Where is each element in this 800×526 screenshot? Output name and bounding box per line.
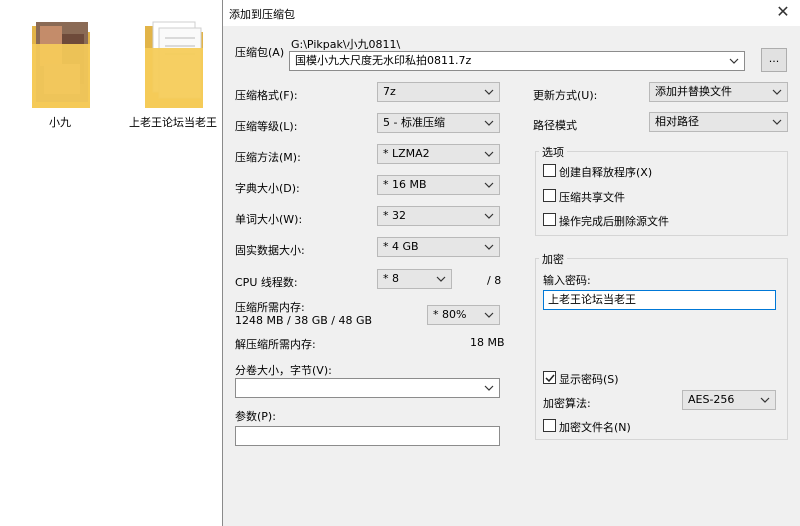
show-password-label: 显示密码(S)	[559, 373, 619, 386]
chevron-down-icon	[483, 145, 495, 163]
format-value: 7z	[383, 85, 396, 98]
level-label: 压缩等级(L):	[235, 120, 298, 133]
chevron-down-icon	[728, 52, 740, 70]
chevron-down-icon	[771, 83, 783, 101]
params-input[interactable]	[235, 426, 500, 446]
chevron-down-icon	[483, 114, 495, 132]
encryption-method-select[interactable]: AES-256	[682, 390, 776, 410]
archive-filename-value: 国模小九大尺度无水印私拍0811.7z	[295, 54, 472, 67]
update-select[interactable]: 添加并替换文件	[649, 82, 788, 102]
sfx-label: 创建自释放程序(X)	[559, 166, 653, 179]
mem-comp-value: * 80%	[433, 308, 467, 321]
shared-label: 压缩共享文件	[559, 191, 625, 204]
encryption-method-value: AES-256	[688, 393, 735, 406]
checkbox-checked-icon	[543, 371, 556, 384]
checkbox-unchecked-icon	[543, 189, 556, 202]
encryption-group-title: 加密	[539, 251, 567, 267]
mem-decomp-value: 18 MB	[470, 336, 505, 349]
mem-comp-label: 压缩所需内存:	[235, 301, 305, 314]
mem-comp-detail: 1248 MB / 38 GB / 48 GB	[235, 314, 373, 327]
solid-select[interactable]: * 4 GB	[377, 237, 500, 257]
archive-path: G:\Pikpak\小九0811\	[291, 38, 401, 51]
chevron-down-icon	[435, 270, 447, 288]
folder-with-photo-icon	[32, 22, 90, 108]
chevron-down-icon	[483, 176, 495, 194]
checkbox-unchecked-icon	[543, 213, 556, 226]
level-value: 5 - 标准压缩	[383, 116, 445, 129]
cpu-label: CPU 线程数:	[235, 276, 298, 289]
desktop-icon-label: 小九	[49, 116, 71, 129]
dict-value: * 16 MB	[383, 178, 427, 191]
chevron-down-icon	[483, 306, 495, 324]
dict-label: 字典大小(D):	[235, 182, 300, 195]
encrypt-names-label: 加密文件名(N)	[559, 421, 631, 434]
chevron-down-icon	[483, 207, 495, 225]
dialog-title: 添加到压缩包	[229, 8, 295, 21]
method-select[interactable]: * LZMA2	[377, 144, 500, 164]
checkbox-unchecked-icon	[543, 419, 556, 432]
delete-label: 操作完成后删除源文件	[559, 215, 669, 228]
encryption-method-label: 加密算法:	[543, 397, 591, 410]
archive-filename-combo[interactable]: 国模小九大尺度无水印私拍0811.7z	[289, 51, 745, 71]
solid-label: 固实数据大小:	[235, 244, 305, 257]
format-label: 压缩格式(F):	[235, 89, 298, 102]
split-label: 分卷大小，字节(V):	[235, 364, 332, 377]
word-value: * 32	[383, 209, 406, 222]
path-mode-select[interactable]: 相对路径	[649, 112, 788, 132]
chevron-down-icon	[771, 113, 783, 131]
password-input[interactable]: 上老王论坛当老王	[543, 290, 776, 310]
folder-with-documents-icon	[145, 21, 203, 108]
archive-label: 压缩包(A)	[235, 46, 285, 59]
method-label: 压缩方法(M):	[235, 151, 301, 164]
cpu-select[interactable]: * 8	[377, 269, 452, 289]
level-select[interactable]: 5 - 标准压缩	[377, 113, 500, 133]
split-select[interactable]	[235, 378, 500, 398]
params-label: 参数(P):	[235, 410, 276, 423]
mem-comp-select[interactable]: * 80%	[427, 305, 500, 325]
browse-button[interactable]: ...	[761, 48, 787, 72]
method-value: * LZMA2	[383, 147, 430, 160]
word-select[interactable]: * 32	[377, 206, 500, 226]
chevron-down-icon	[483, 379, 495, 397]
mem-decomp-label: 解压缩所需内存:	[235, 338, 316, 351]
title-bar: 添加到压缩包 ✕	[223, 0, 800, 26]
chevron-down-icon	[759, 391, 771, 409]
add-to-archive-dialog: 添加到压缩包 ✕ 压缩包(A) G:\Pikpak\小九0811\ 国模小九大尺…	[222, 0, 800, 526]
password-label: 输入密码:	[543, 274, 591, 287]
chevron-down-icon	[483, 83, 495, 101]
path-mode-value: 相对路径	[655, 115, 699, 128]
cpu-value: * 8	[383, 272, 399, 285]
checkbox-unchecked-icon	[543, 164, 556, 177]
word-label: 单词大小(W):	[235, 213, 303, 226]
close-icon[interactable]: ✕	[772, 2, 794, 22]
cpu-max: / 8	[487, 274, 502, 287]
format-select[interactable]: 7z	[377, 82, 500, 102]
options-group-title: 选项	[539, 144, 567, 160]
update-value: 添加并替换文件	[655, 85, 732, 98]
path-mode-label: 路径模式	[533, 119, 577, 132]
solid-value: * 4 GB	[383, 240, 419, 253]
update-label: 更新方式(U):	[533, 89, 598, 102]
dict-select[interactable]: * 16 MB	[377, 175, 500, 195]
desktop-icon-label: 上老王论坛当老王	[129, 116, 217, 129]
chevron-down-icon	[483, 238, 495, 256]
